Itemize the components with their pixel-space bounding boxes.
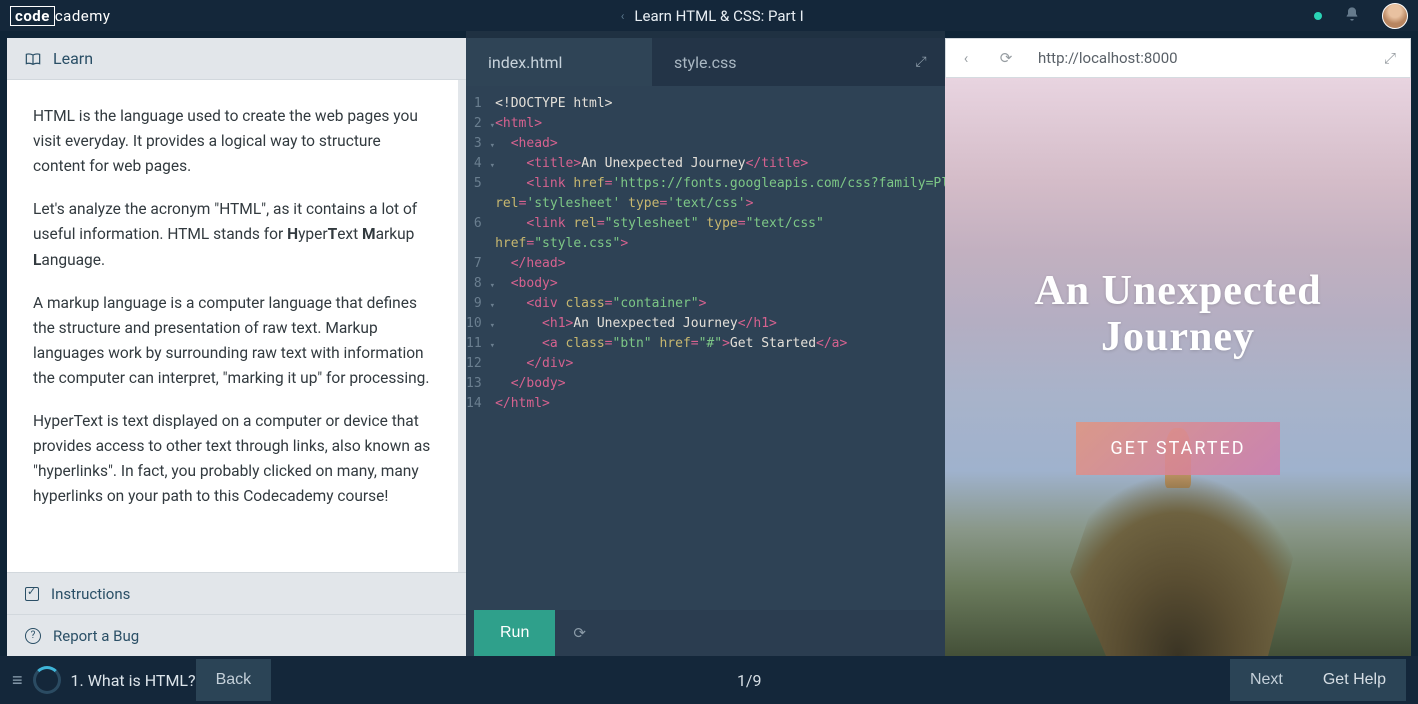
lesson-para: Let's analyze the acronym "HTML", as it … [33, 197, 432, 272]
bottom-bar: ≡ 1. What is HTML? Back 1/9 Next Get Hel… [0, 656, 1418, 704]
editor-panel: index.html style.css ⤢ 12345678910111213… [466, 31, 945, 656]
logo-rest: cademy [55, 7, 111, 25]
browser-bar: ‹ ⟳ http://localhost:8000 ⤢ [945, 38, 1411, 78]
header-center: ‹ Learn HTML & CSS: Part I [111, 7, 1314, 25]
instructions-section-header[interactable]: Instructions [7, 572, 466, 614]
instructions-label: Instructions [51, 585, 130, 603]
lesson-para: HyperText is text displayed on a compute… [33, 409, 432, 509]
footer-left: ≡ 1. What is HTML? [12, 666, 196, 694]
progress-ring-icon [33, 666, 61, 694]
logo-boxed: code [10, 6, 55, 26]
top-bar: codecademy ‹ Learn HTML & CSS: Part I [0, 0, 1418, 31]
next-button[interactable]: Next [1230, 659, 1303, 701]
footer-right: Get Help [1303, 659, 1406, 701]
preview-panel: ‹ ⟳ http://localhost:8000 ⤢ An Unexpecte… [945, 31, 1418, 656]
preview-viewport: An Unexpected Journey GET STARTED [945, 78, 1411, 656]
browser-reload-button[interactable]: ⟳ [986, 39, 1026, 77]
lesson-title[interactable]: 1. What is HTML? [71, 671, 196, 690]
checkbox-icon [25, 587, 39, 601]
avatar[interactable] [1382, 3, 1408, 29]
course-title: Learn HTML & CSS: Part I [634, 7, 803, 25]
code-content[interactable]: <!DOCTYPE html> <html> <head> <title>An … [495, 94, 945, 610]
learn-section-header[interactable]: Learn [7, 38, 466, 80]
preview-cta-button[interactable]: GET STARTED [1076, 422, 1279, 475]
lesson-para: HTML is the language used to create the … [33, 104, 432, 179]
report-bug-section-header[interactable]: ? Report a Bug [7, 614, 466, 656]
lesson-content: HTML is the language used to create the … [7, 80, 458, 572]
editor-footer: Run ⟳ [466, 610, 945, 656]
reset-icon[interactable]: ⟳ [573, 624, 586, 642]
book-icon [25, 52, 41, 66]
status-indicator-icon[interactable] [1314, 12, 1322, 20]
tab-index-html[interactable]: index.html [466, 38, 652, 86]
scrollbar[interactable] [458, 80, 466, 572]
preview-hero-title: An Unexpected Journey [1034, 268, 1321, 360]
code-editor[interactable]: 1234567891011121314 ▾▾▾▾▾▾▾ <!DOCTYPE ht… [466, 86, 945, 610]
main-area: Learn HTML is the language used to creat… [0, 31, 1418, 656]
chevron-left-icon[interactable]: ‹ [621, 9, 625, 23]
tab-style-css[interactable]: style.css [652, 38, 838, 86]
bell-icon[interactable] [1344, 6, 1360, 26]
browser-url[interactable]: http://localhost:8000 [1026, 49, 1370, 67]
get-help-button[interactable]: Get Help [1303, 659, 1406, 701]
lesson-panel: Learn HTML is the language used to creat… [0, 31, 466, 656]
browser-expand-button[interactable]: ⤢ [1370, 39, 1410, 77]
expand-editor-button[interactable]: ⤢ [897, 38, 945, 86]
preview-landscape [998, 376, 1358, 656]
help-circle-icon: ? [25, 628, 41, 644]
menu-icon[interactable]: ≡ [12, 670, 23, 691]
back-button[interactable]: Back [196, 659, 272, 701]
line-gutter: 1234567891011121314 [466, 94, 490, 610]
logo[interactable]: codecademy [10, 7, 111, 25]
report-label: Report a Bug [53, 627, 139, 645]
editor-tabs: index.html style.css ⤢ [466, 38, 945, 86]
lesson-para: A markup language is a computer language… [33, 291, 432, 391]
learn-label: Learn [53, 49, 93, 68]
header-right [1314, 3, 1408, 29]
browser-back-button[interactable]: ‹ [946, 39, 986, 77]
footer-nav: Back 1/9 Next [196, 671, 1303, 690]
page-indicator: 1/9 [737, 671, 762, 690]
run-button[interactable]: Run [474, 610, 555, 656]
